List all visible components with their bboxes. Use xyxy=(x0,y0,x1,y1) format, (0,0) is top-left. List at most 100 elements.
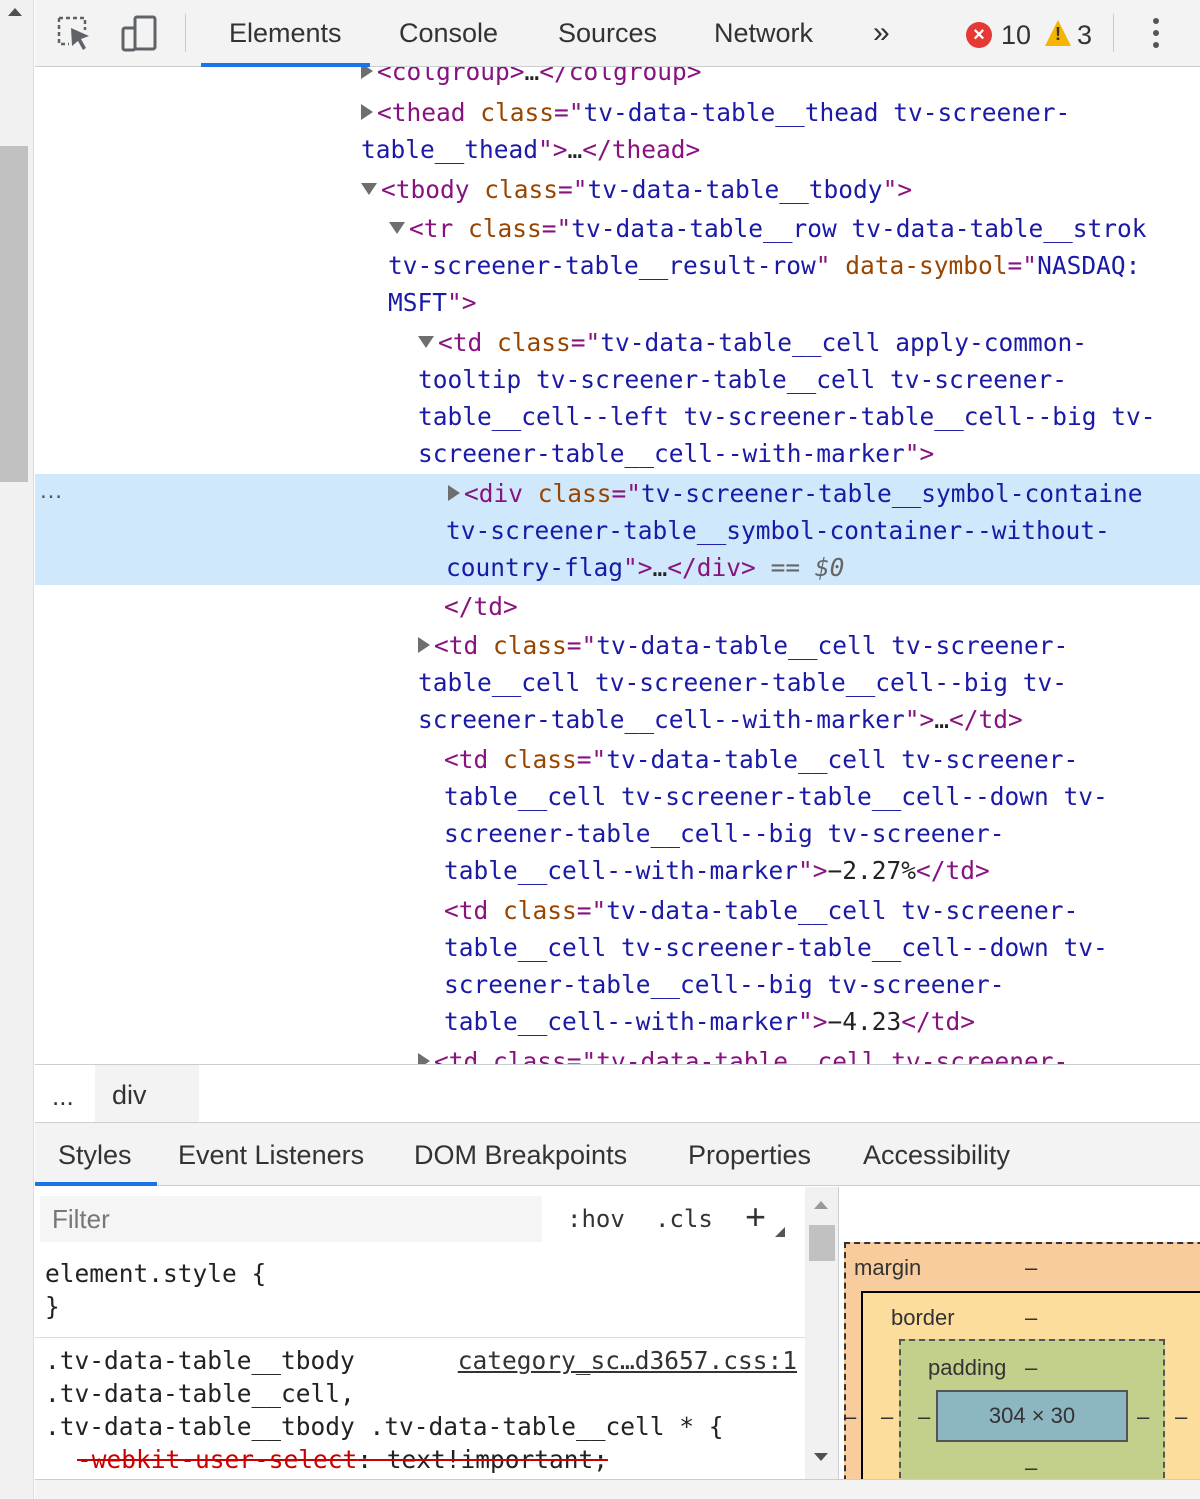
attr-value: table__thead xyxy=(361,135,539,164)
expand-arrow-icon[interactable] xyxy=(448,485,460,501)
rule-source-link[interactable]: category_sc…d3657.css:1 xyxy=(458,1344,797,1377)
tag-close: </div> xyxy=(667,553,756,582)
padding-right-value[interactable]: – xyxy=(1137,1404,1149,1430)
warning-count[interactable]: 3 xyxy=(1077,0,1092,66)
collapse-arrow-icon[interactable] xyxy=(389,222,405,234)
border-right-value[interactable]: – xyxy=(1175,1404,1187,1430)
attr-eq: =" xyxy=(611,479,642,508)
page-scrollbar[interactable] xyxy=(0,0,34,1499)
tab-event-listeners[interactable]: Event Listeners xyxy=(178,1123,364,1185)
tree-line-thead[interactable]: <thead class="tv-data-table__thead tv-sc… xyxy=(361,94,1200,131)
padding-left-value[interactable]: – xyxy=(918,1404,930,1430)
scroll-up-arrow-icon[interactable] xyxy=(814,1201,828,1209)
error-count[interactable]: 10 xyxy=(1001,0,1031,66)
toolbar-separator xyxy=(1113,14,1114,52)
warning-icon[interactable]: ! xyxy=(1045,20,1071,46)
tree-line-tbody[interactable]: <tbody class="tv-data-table__tbody"> xyxy=(361,171,1200,208)
tab-dom-breakpoints[interactable]: DOM Breakpoints xyxy=(414,1123,627,1185)
box-model-content-size[interactable]: 304 × 30 xyxy=(936,1390,1128,1442)
tree-line-colgroup[interactable]: <colgroup>…</colgroup> xyxy=(361,67,1200,90)
tree-line-tr-cont2[interactable]: MSFT"> xyxy=(388,284,1200,321)
tag-punct: "> xyxy=(798,1007,828,1036)
error-icon[interactable]: × xyxy=(966,22,992,48)
tree-line-tr[interactable]: <tr class="tv-data-table__row tv-data-ta… xyxy=(389,210,1200,247)
scrollbar-thumb[interactable] xyxy=(0,146,28,482)
tree-line-div-cont[interactable]: tv-screener-table__symbol-container--wit… xyxy=(446,512,1200,549)
tree-line-td-2-cont[interactable]: table__cell tv-screener-table__cell--big… xyxy=(418,664,1200,701)
property-value: : text!important; xyxy=(357,1445,609,1474)
tab-properties[interactable]: Properties xyxy=(688,1123,811,1185)
node-actions-dots[interactable]: … xyxy=(39,477,63,505)
tree-line-td-4-cont[interactable]: table__cell tv-screener-table__cell--dow… xyxy=(444,929,1200,966)
attr-value: table__cell tv-screener-table__cell--dow… xyxy=(444,782,1108,811)
attr-name: class xyxy=(537,479,612,508)
tab-sources[interactable]: Sources xyxy=(558,0,657,66)
collapse-arrow-icon[interactable] xyxy=(361,183,377,195)
tree-line-td-close[interactable]: </td> xyxy=(444,588,1200,625)
styles-scrollbar[interactable] xyxy=(805,1187,838,1479)
tree-line-td-4-cont3[interactable]: table__cell--with-marker">−4.23</td> xyxy=(444,1003,1200,1040)
tree-line-td-2[interactable]: <td class="tv-data-table__cell tv-screen… xyxy=(418,627,1200,664)
tag-close: </colgroup> xyxy=(539,67,702,86)
device-toolbar-icon[interactable] xyxy=(119,14,159,54)
tree-line-td-4-cont2[interactable]: screener-table__cell--big tv-screener- xyxy=(444,966,1200,1003)
tab-elements[interactable]: Elements xyxy=(201,0,370,67)
expand-arrow-icon[interactable] xyxy=(418,637,430,653)
scroll-down-arrow-icon[interactable] xyxy=(814,1453,828,1461)
attr-value: tv-data-table__cell apply-common- xyxy=(600,328,1088,357)
tree-line-td-3-cont2[interactable]: screener-table__cell--big tv-screener- xyxy=(444,815,1200,852)
attr-name: class xyxy=(480,98,555,127)
expand-arrow-icon[interactable] xyxy=(361,104,373,120)
hover-state-toggle[interactable]: :hov xyxy=(567,1199,625,1239)
tab-console[interactable]: Console xyxy=(399,0,498,66)
tag-punct: "> xyxy=(538,135,568,164)
styles-filter-input[interactable] xyxy=(40,1196,542,1242)
breadcrumb-more[interactable]: ... xyxy=(52,1065,74,1127)
scroll-up-arrow-icon[interactable] xyxy=(8,8,22,16)
border-top-value[interactable]: – xyxy=(1025,1305,1037,1331)
padding-top-value[interactable]: – xyxy=(1025,1355,1037,1381)
more-tabs-button[interactable]: » xyxy=(873,0,890,66)
inspect-element-icon[interactable] xyxy=(55,14,95,54)
tree-line-tr-cont[interactable]: tv-screener-table__result-row" data-symb… xyxy=(388,247,1200,284)
elements-tree[interactable]: … <colgroup>…</colgroup> <thead class="t… xyxy=(35,67,1200,1064)
tree-line-td-3-cont[interactable]: table__cell tv-screener-table__cell--dow… xyxy=(444,778,1200,815)
tree-line-td-3-cont3[interactable]: table__cell--with-marker">−2.27%</td> xyxy=(444,852,1200,889)
tab-network[interactable]: Network xyxy=(714,0,813,66)
attr-value: tv-screener-table__symbol-containe xyxy=(641,479,1143,508)
new-style-rule-button[interactable]: + xyxy=(745,1197,785,1237)
console-ref: == $0 xyxy=(755,553,845,582)
padding-bottom-value[interactable]: – xyxy=(1025,1455,1037,1479)
tree-line-td-3[interactable]: <td class="tv-data-table__cell tv-screen… xyxy=(444,741,1200,778)
expand-arrow-icon[interactable] xyxy=(418,1053,430,1064)
tree-line-td-1[interactable]: <td class="tv-data-table__cell apply-com… xyxy=(418,324,1200,361)
tree-line-thead-cont[interactable]: table__thead">…</thead> xyxy=(361,131,1200,168)
tab-accessibility[interactable]: Accessibility xyxy=(863,1123,1010,1185)
css-rule[interactable]: .tv-data-table__tbody category_sc…d3657.c… xyxy=(35,1344,805,1476)
margin-left-value[interactable]: – xyxy=(844,1404,856,1430)
breadcrumb-item-div[interactable]: div xyxy=(95,1065,199,1122)
tree-line-td-4[interactable]: <td class="tv-data-table__cell tv-screen… xyxy=(444,892,1200,929)
tag-open: <tr xyxy=(409,214,469,243)
tree-line-td-5[interactable]: <td class="tv-data-table__cell tv-screen… xyxy=(418,1043,1200,1064)
tree-line-td-1-cont3[interactable]: screener-table__cell--with-marker"> xyxy=(418,435,1200,472)
scrollbar-thumb[interactable] xyxy=(809,1225,835,1261)
tree-line-td-2-cont2[interactable]: screener-table__cell--with-marker">…</td… xyxy=(418,701,1200,738)
margin-top-value[interactable]: – xyxy=(1025,1255,1037,1281)
element-style-rule[interactable]: element.style { } xyxy=(35,1257,805,1323)
tree-line-div-selected[interactable]: <div class="tv-screener-table__symbol-co… xyxy=(448,475,1200,512)
tree-line-td-1-cont2[interactable]: table__cell--left tv-screener-table__cel… xyxy=(418,398,1200,435)
corner-arrow-icon xyxy=(775,1227,785,1237)
tree-line-td-1-cont[interactable]: tooltip tv-screener-table__cell tv-scree… xyxy=(418,361,1200,398)
attr-name: class xyxy=(493,631,567,660)
tag-punct: "> xyxy=(904,439,935,468)
styles-filter-bar: :hov .cls + xyxy=(35,1187,805,1251)
expand-arrow-icon[interactable] xyxy=(361,67,373,79)
overridden-declaration[interactable]: -webkit-user-select: text!important; xyxy=(35,1443,805,1476)
collapse-arrow-icon[interactable] xyxy=(418,336,434,348)
tab-styles[interactable]: Styles xyxy=(35,1123,156,1186)
border-left-value[interactable]: – xyxy=(881,1404,893,1430)
tree-line-div-cont2[interactable]: country-flag">…</div> == $0 xyxy=(446,549,1200,586)
more-options-icon[interactable] xyxy=(1153,18,1159,54)
class-toggle[interactable]: .cls xyxy=(655,1199,713,1239)
